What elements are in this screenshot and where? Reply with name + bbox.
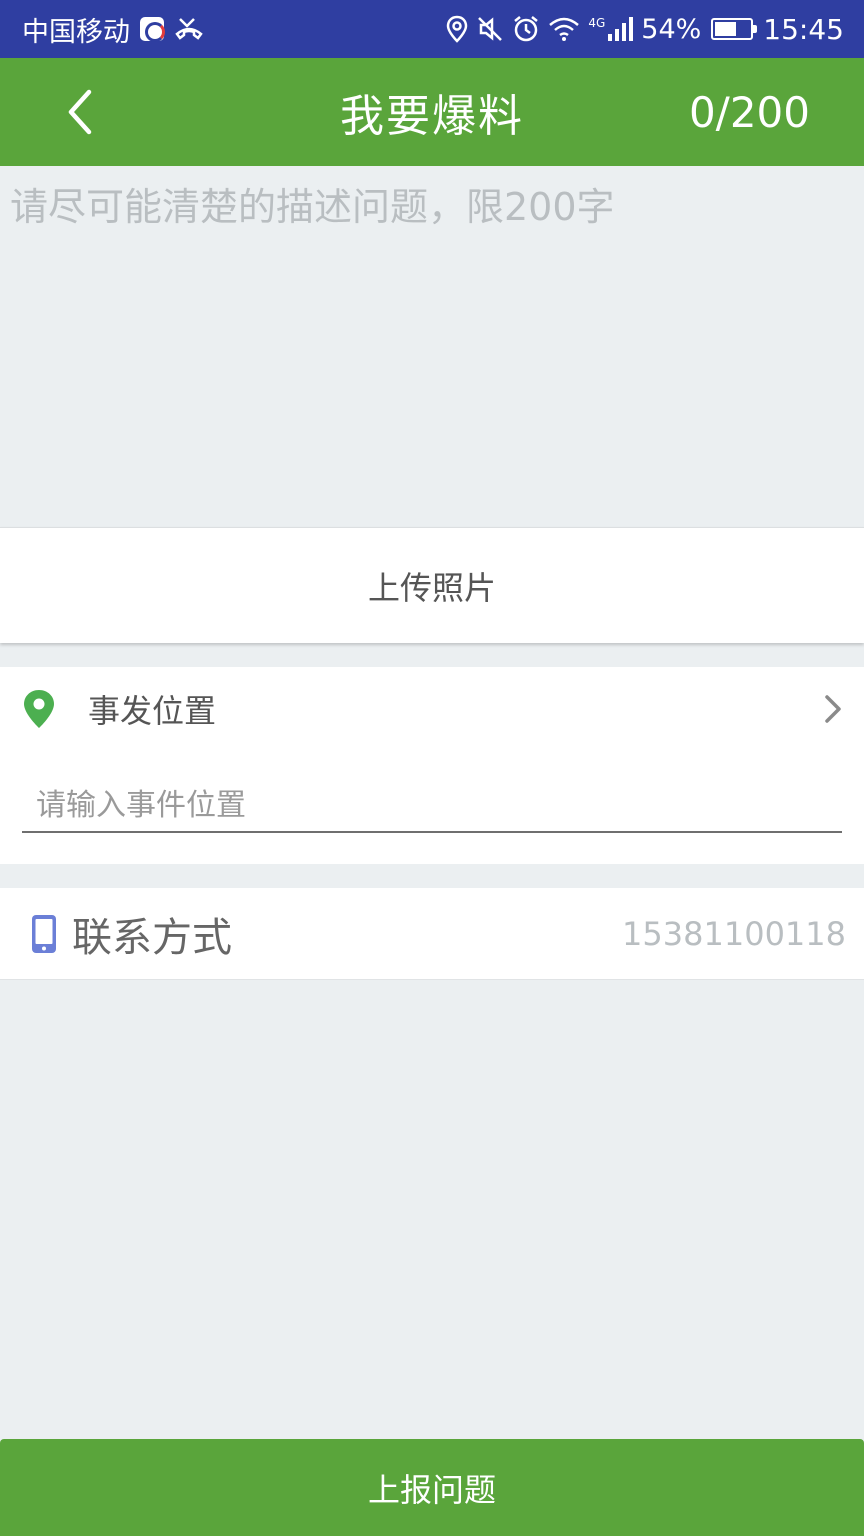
phone-icon — [32, 915, 56, 953]
battery-percent: 54% — [641, 13, 702, 45]
submit-label: 上报问题 — [367, 1470, 496, 1509]
contact-row[interactable]: 联系方式 15381100118 — [0, 888, 864, 980]
status-bar-left: 中国移动 — [22, 10, 214, 49]
mute-icon — [476, 15, 504, 43]
location-input[interactable] — [22, 779, 842, 833]
app-bar: 我要爆料 0/200 — [0, 58, 864, 166]
signal-icon: 4G — [588, 16, 634, 42]
clock: 15:45 — [763, 12, 844, 46]
alarm-icon — [512, 15, 540, 43]
description-input[interactable] — [0, 166, 864, 527]
contact-label: 联系方式 — [72, 915, 232, 961]
carrier-badge-icon — [140, 17, 165, 42]
submit-report-button[interactable]: 上报问题 — [0, 1439, 864, 1536]
upload-photo-label: 上传照片 — [367, 568, 496, 607]
status-bar-right: 4G 54% 15:45 — [438, 13, 844, 46]
location-row[interactable]: 事发位置 — [0, 667, 864, 751]
missed-call-icon — [174, 16, 204, 42]
location-section: 事发位置 — [0, 667, 864, 864]
carrier-name: 中国移动 — [22, 16, 130, 48]
network-type: 4G — [588, 16, 606, 30]
battery-icon — [711, 18, 758, 40]
chevron-left-icon — [68, 89, 92, 135]
chevron-right-icon — [825, 695, 841, 723]
back-button[interactable] — [50, 82, 110, 142]
location-icon — [446, 15, 468, 43]
upload-photo-button[interactable]: 上传照片 — [0, 527, 864, 643]
map-pin-icon — [24, 690, 54, 728]
char-counter: 0/200 — [688, 87, 810, 137]
status-bar: 中国移动 4G 54% 15:45 — [0, 0, 864, 58]
wifi-icon — [548, 16, 580, 42]
contact-phone-value: 15381100118 — [622, 915, 846, 953]
location-label: 事发位置 — [88, 692, 217, 730]
